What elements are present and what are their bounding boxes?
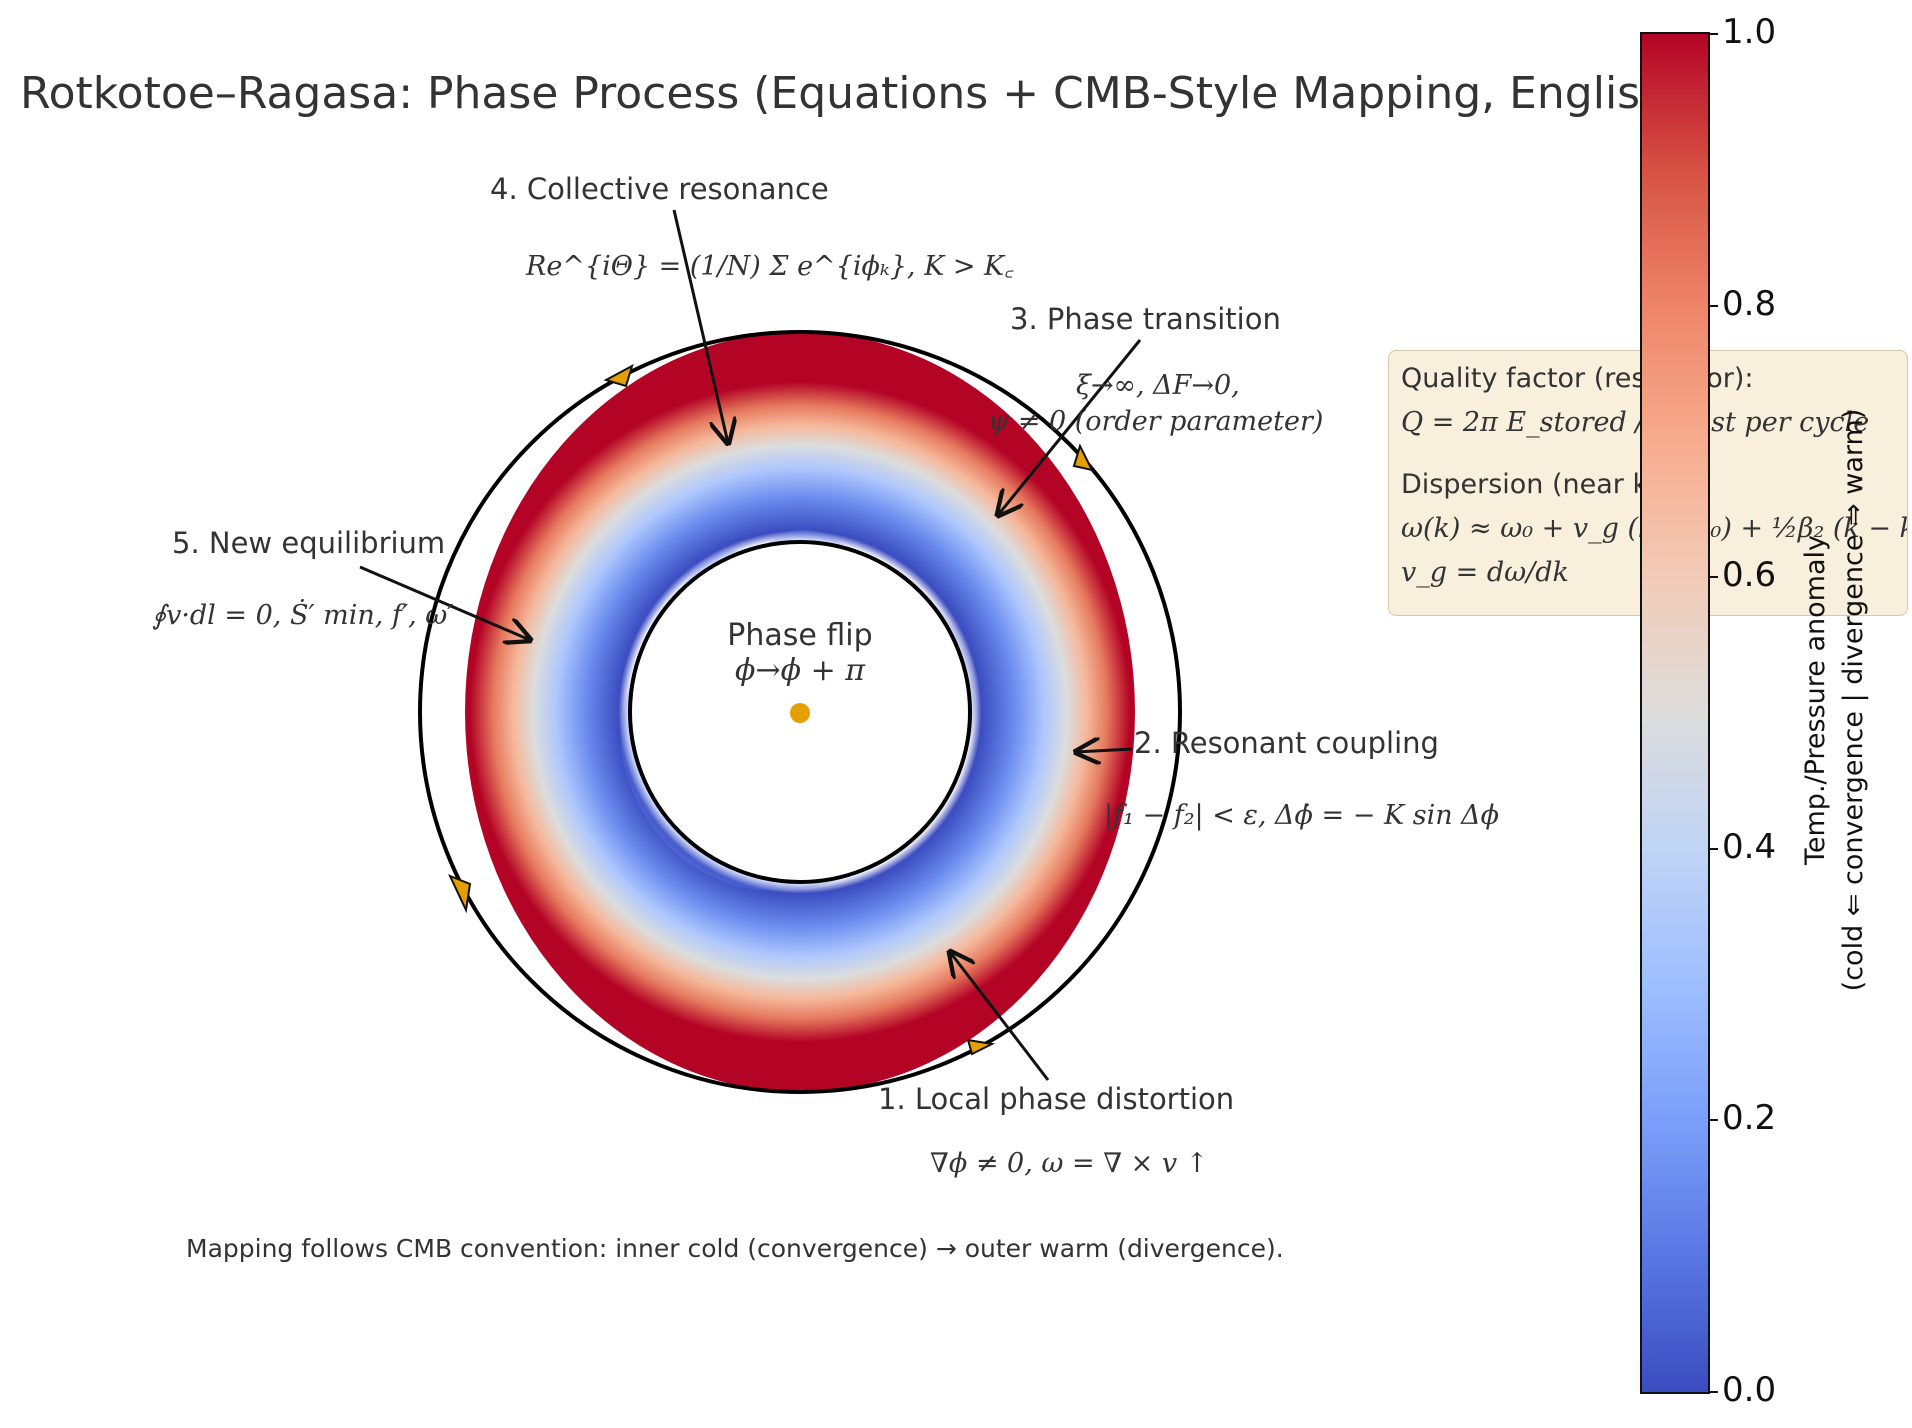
colorbar-label: Temp./Pressure anomaly (cold ⇐ convergen… [1797,409,1873,992]
colorbar-label-line2: (cold ⇐ convergence | divergence ⇒ warm) [1838,408,1869,992]
center-label-line2: ϕ→ϕ + π [735,653,865,688]
cycle-arrow-left [448,874,472,914]
colorbar-tick-label: 0.8 [1722,283,1777,324]
step-3-label: 3. Phase transition [1010,302,1281,336]
colorbar-tick-mark [1708,1119,1718,1122]
colorbar [1640,32,1710,1394]
center-label-line1: Phase flip [727,618,873,653]
colorbar-tick-label: 0.0 [1722,1370,1777,1410]
step-3-equation-2: ψ ≠ 0 (order parameter) [988,406,1324,437]
colorbar-tick-mark [1708,847,1718,850]
colorbar-tick-label: 0.4 [1722,826,1777,867]
colorbar-label-line1: Temp./Pressure anomaly [1800,535,1831,866]
step-5-label: 5. New equilibrium [172,526,446,560]
center-dot [790,703,810,723]
step-1-equation: ∇ϕ ≠ 0, ω = ∇ × v ↑ [930,1148,1209,1179]
diagram-canvas: Rotkotoe–Ragasa: Phase Process (Equation… [0,0,1912,1428]
colorbar-tick-mark [1708,1391,1718,1393]
colorbar-tick-mark [1708,576,1718,579]
step-2-equation: |f₁ − f₂| < ε, Δϕ̇ = − K sin Δϕ [1104,800,1500,831]
step-5-equation: ∮v·dl = 0, Ṡ′ min, f′, ω′ [152,600,454,631]
page-title: Rotkotoe–Ragasa: Phase Process (Equation… [20,68,1686,119]
colorbar-tick-label: 0.6 [1722,555,1777,596]
step-2-label: 2. Resonant coupling [1134,726,1439,760]
step-4-equation: Re^{iΘ} = (1/N) Σ e^{iϕₖ}, K > K꜀ [526,251,1014,282]
colorbar-tick-label: 1.0 [1722,12,1777,52]
step-3-equation: ξ→∞, ΔF→0, [1076,370,1240,401]
colorbar-tick-label: 0.2 [1722,1098,1777,1139]
step-1-label: 1. Local phase distortion [878,1082,1235,1116]
colorbar-tick-mark [1708,33,1718,35]
center-label: Phase flip ϕ→ϕ + π [720,618,880,688]
mapping-caption: Mapping follows CMB convention: inner co… [186,1234,1284,1263]
colorbar-gradient [1640,32,1710,1394]
step-4-label: 4. Collective resonance [490,172,829,206]
phase-ring-diagram [359,209,1182,1094]
colorbar-tick-mark [1708,304,1718,307]
